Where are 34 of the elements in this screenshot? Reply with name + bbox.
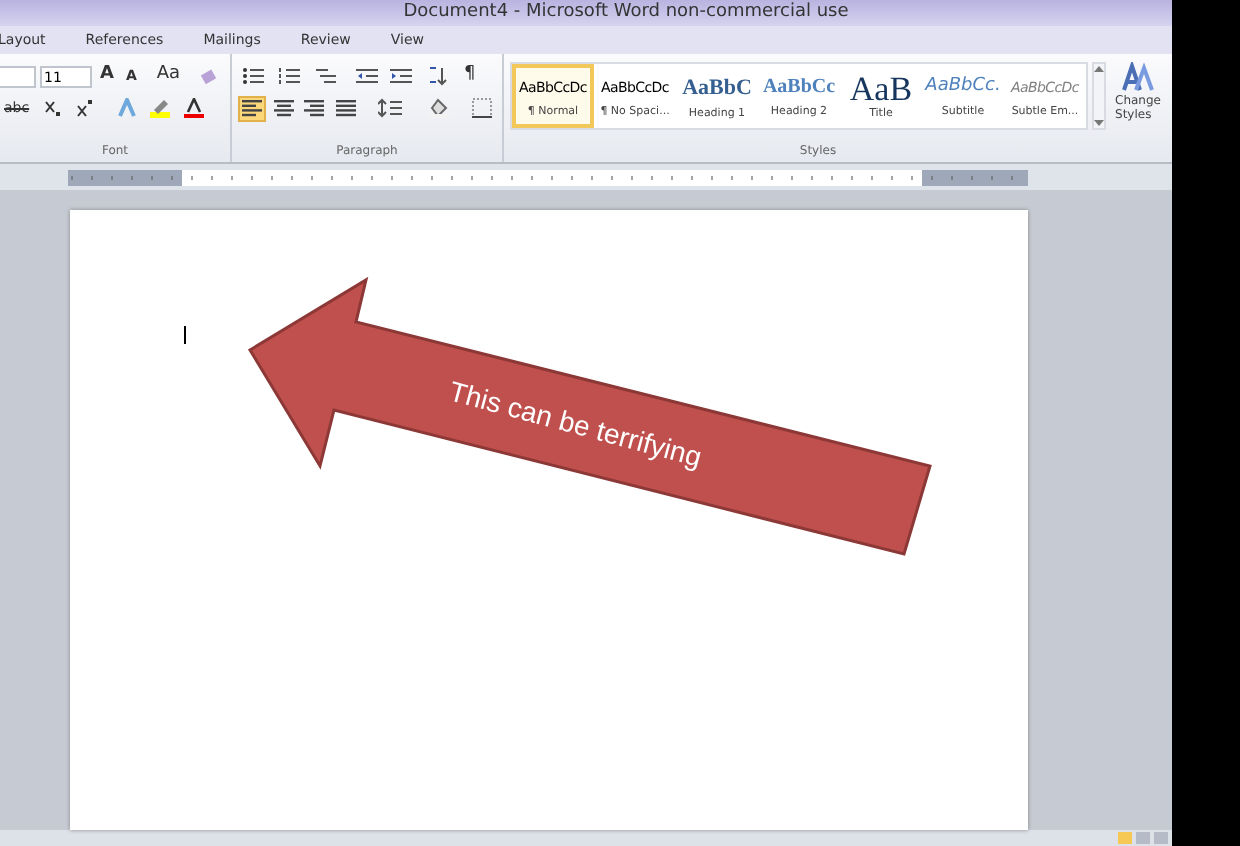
superscript-icon [75, 99, 94, 117]
font-name-field[interactable] [0, 65, 36, 87]
bullet-list-icon [242, 66, 266, 86]
bullets-button[interactable] [238, 62, 270, 90]
superscript-button[interactable] [71, 94, 98, 122]
align-button[interactable] [238, 95, 266, 121]
text-cursor [184, 326, 186, 344]
show-marks-button[interactable]: ¶ [460, 62, 480, 90]
font-color-button[interactable] [179, 94, 208, 122]
highlighter-icon [149, 98, 170, 118]
align-button[interactable] [333, 95, 358, 121]
scroll-arrow-icon [1094, 64, 1104, 72]
scroll-arrow-icon [1094, 120, 1104, 128]
subscript-icon [43, 99, 62, 117]
text-effects-icon [117, 98, 136, 118]
border-grid-icon [471, 98, 492, 118]
window-title: Document4 - Microsoft Word non-commercial use [403, 0, 849, 26]
grow-font-button[interactable]: A [96, 62, 118, 90]
align-button[interactable] [302, 95, 328, 121]
change-case-button[interactable]: Aa [152, 62, 185, 90]
align-button[interactable] [272, 95, 297, 121]
multilevel-list-icon [314, 66, 338, 86]
font-color-icon [183, 98, 204, 118]
sort-button[interactable] [424, 62, 452, 90]
gallery-scrollbar[interactable] [1092, 62, 1106, 130]
line-spacing-icon [377, 98, 402, 118]
line-spacing-button[interactable] [373, 94, 406, 122]
numbered-list-icon [278, 66, 302, 86]
sort-icon [428, 66, 448, 86]
indent-icon [356, 66, 378, 86]
letters-icon [1122, 62, 1154, 94]
numbering-button[interactable] [274, 62, 306, 90]
indent-icon [390, 66, 412, 86]
borders-button[interactable] [467, 94, 496, 122]
